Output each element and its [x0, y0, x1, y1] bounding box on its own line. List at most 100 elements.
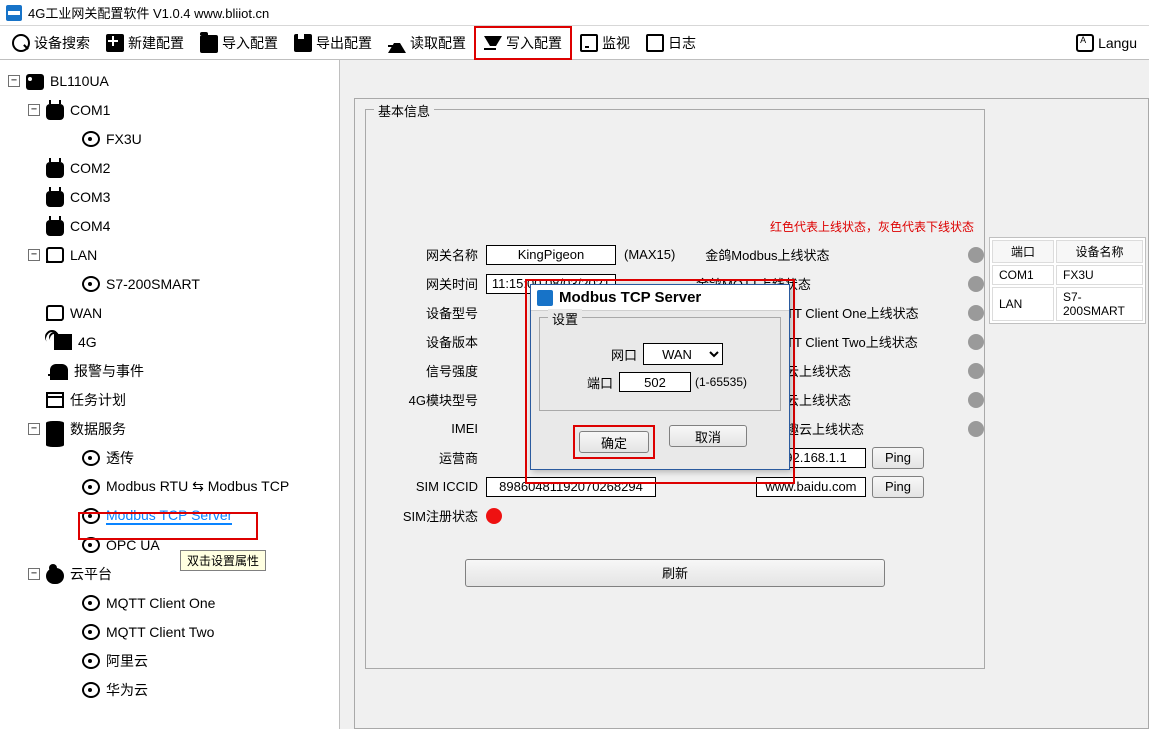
folder-icon	[200, 35, 218, 53]
tree-cloud-label: 云平台	[70, 564, 112, 584]
device-icon	[82, 537, 100, 553]
status-hint: 红色代表上线状态，灰色代表下线状态	[770, 218, 974, 235]
gwname-input[interactable]	[486, 245, 616, 265]
port-input[interactable]	[619, 372, 691, 392]
highlight-ok: 确定	[573, 425, 655, 459]
ping-url-button[interactable]: Ping	[872, 476, 924, 498]
table-row[interactable]: COM1FX3U	[992, 265, 1143, 285]
tree-com2[interactable]: COM2	[0, 153, 339, 182]
device-tree[interactable]: −BL110UA −COM1 FX3U COM2 COM3 COM4 −LAN …	[0, 60, 340, 729]
basic-legend: 基本信息	[374, 101, 434, 120]
imei-label: IMEI	[366, 421, 486, 436]
tree-s7[interactable]: S7-200SMART	[0, 269, 339, 298]
netport-select[interactable]: WAN	[643, 343, 723, 365]
device-table[interactable]: 端口设备名称 COM1FX3U LANS7-200SMART	[989, 237, 1146, 324]
toolbar-monitor[interactable]: 监视	[572, 26, 638, 60]
status7-label: 趣云上线状态	[786, 419, 864, 438]
tree-com3[interactable]: COM3	[0, 182, 339, 211]
tree-modbus-rtu-tcp[interactable]: Modbus RTU ⇆ Modbus TCP	[0, 472, 339, 501]
status7-dot	[968, 421, 984, 437]
tree-com1-label: COM1	[70, 102, 110, 118]
bell-icon	[50, 364, 68, 380]
dialog-settings-fieldset: 设置 网口 WAN 端口 (1-65535)	[539, 317, 781, 411]
iccid-input[interactable]	[486, 477, 656, 497]
tree-alarm[interactable]: 报警与事件	[0, 356, 339, 385]
tree-cloud[interactable]: − 云平台	[0, 559, 339, 588]
tree-fx3u[interactable]: FX3U	[0, 124, 339, 153]
tree-opcua[interactable]: OPC UA	[0, 530, 339, 559]
toolbar-export[interactable]: 导出配置	[286, 26, 380, 60]
upload-icon	[388, 35, 406, 53]
toolbar-log-label: 日志	[668, 33, 696, 53]
tree-lan[interactable]: − LAN	[0, 240, 339, 269]
status6-label: 云上线状态	[786, 390, 851, 409]
ping-ip-button[interactable]: Ping	[872, 447, 924, 469]
tree-wan-label: WAN	[70, 305, 102, 321]
tree-task[interactable]: 任务计划	[0, 385, 339, 414]
save-icon	[294, 34, 312, 52]
wan-icon	[46, 305, 64, 321]
mod4g-label: 4G模块型号	[366, 390, 486, 409]
cell-name: S7-200SMART	[1056, 287, 1143, 321]
expander-icon[interactable]: −	[28, 104, 40, 116]
lang-icon	[1076, 34, 1094, 52]
expander-icon[interactable]: −	[28, 423, 40, 435]
device-icon	[82, 595, 100, 611]
dialog-title[interactable]: Modbus TCP Server	[531, 285, 789, 311]
url-input[interactable]	[756, 477, 866, 497]
toolbar: 设备搜索 新建配置 导入配置 导出配置 读取配置 写入配置 监视 日志 Lang…	[0, 26, 1149, 60]
tree-aliyun[interactable]: 阿里云	[0, 646, 339, 675]
tree-com1[interactable]: − COM1	[0, 95, 339, 124]
tree-mqtt2[interactable]: MQTT Client Two	[0, 617, 339, 646]
expander-icon[interactable]: −	[28, 568, 40, 580]
tree-fx3u-label: FX3U	[106, 131, 142, 147]
log-icon	[646, 34, 664, 52]
tree-mrtu-label: Modbus RTU ⇆ Modbus TCP	[106, 478, 289, 495]
app-icon	[6, 5, 22, 21]
toolbar-write-label: 写入配置	[506, 33, 562, 53]
th-port: 端口	[992, 240, 1054, 263]
cancel-button[interactable]: 取消	[669, 425, 747, 447]
toolbar-read[interactable]: 读取配置	[380, 26, 474, 60]
expander-icon[interactable]: −	[8, 75, 20, 87]
title-text: 4G工业网关配置软件 V1.0.4 www.bliiot.cn	[28, 3, 269, 22]
ok-button[interactable]: 确定	[579, 431, 649, 453]
status5-label: 云上线状态	[786, 361, 851, 380]
toolbar-new-label: 新建配置	[128, 33, 184, 53]
toolbar-search[interactable]: 设备搜索	[4, 26, 98, 60]
tree-passthrough[interactable]: 透传	[0, 443, 339, 472]
tree-opcua-label: OPC UA	[106, 537, 160, 553]
refresh-button[interactable]: 刷新	[465, 559, 885, 587]
database-icon	[46, 421, 64, 437]
device-icon	[82, 479, 100, 495]
table-row[interactable]: LANS7-200SMART	[992, 287, 1143, 321]
app-icon	[537, 290, 553, 306]
devver-label: 设备版本	[366, 332, 486, 351]
status3-label: TT Client One上线状态	[786, 303, 919, 322]
toolbar-monitor-label: 监视	[602, 33, 630, 53]
toolbar-write[interactable]: 写入配置	[476, 26, 570, 60]
toolbar-new[interactable]: 新建配置	[98, 26, 192, 60]
tree-mqtt1[interactable]: MQTT Client One	[0, 588, 339, 617]
tree-task-label: 任务计划	[70, 390, 126, 410]
monitor-icon	[580, 34, 598, 52]
simreg-label: SIM注册状态	[366, 506, 486, 525]
tree-mqtt1-label: MQTT Client One	[106, 595, 215, 611]
plus-icon	[106, 34, 124, 52]
netport-label: 网口	[597, 345, 637, 364]
tree-modbus-tcp-server[interactable]: Modbus TCP Server	[0, 501, 339, 530]
device-icon	[82, 131, 100, 147]
tree-ali-label: 阿里云	[106, 651, 148, 671]
tree-root[interactable]: −BL110UA	[0, 66, 339, 95]
tree-lan-label: LAN	[70, 247, 97, 263]
toolbar-log[interactable]: 日志	[638, 26, 704, 60]
status4-dot	[968, 334, 984, 350]
tree-4g[interactable]: 4G	[0, 327, 339, 356]
toolbar-lang[interactable]: Langu	[1068, 26, 1145, 60]
tree-wan[interactable]: WAN	[0, 298, 339, 327]
expander-icon[interactable]: −	[28, 249, 40, 261]
tree-com4[interactable]: COM4	[0, 211, 339, 240]
tree-huawei[interactable]: 华为云	[0, 675, 339, 704]
tree-data-service[interactable]: −数据服务	[0, 414, 339, 443]
toolbar-import[interactable]: 导入配置	[192, 26, 286, 60]
